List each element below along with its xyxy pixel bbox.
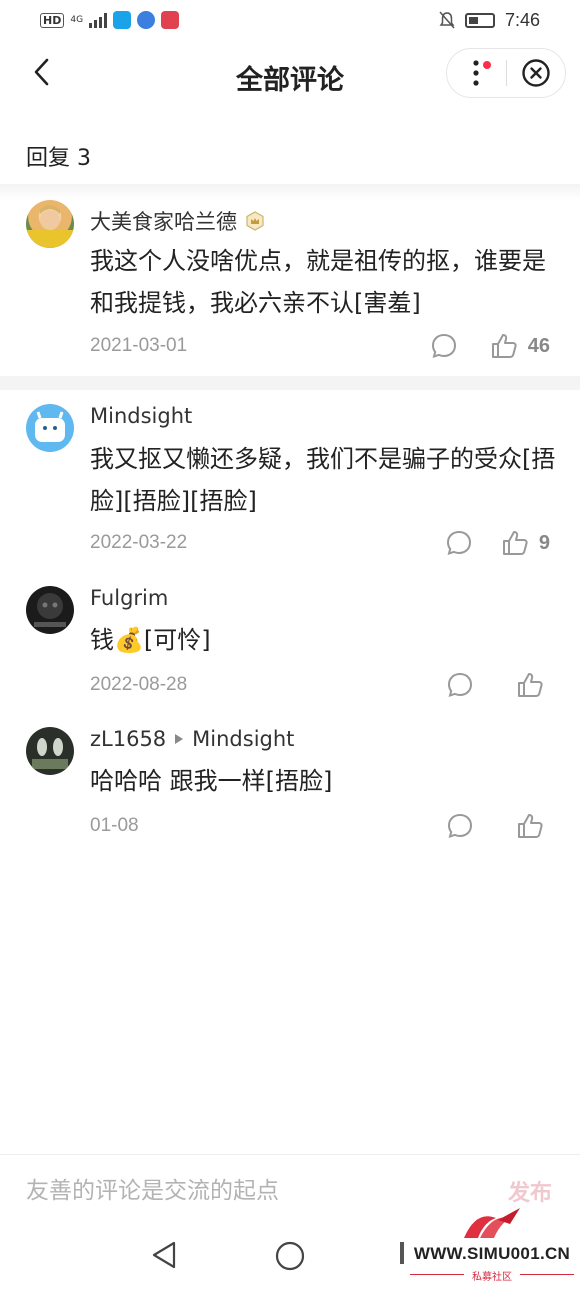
like-button[interactable] bbox=[484, 326, 524, 366]
avatar[interactable] bbox=[26, 727, 74, 775]
comment-bubble-icon bbox=[431, 333, 456, 359]
watermark: WWW.SIMU001.CN 私募社区 bbox=[404, 1204, 580, 1289]
thumbs-up-icon bbox=[502, 531, 528, 555]
nav-back-icon[interactable] bbox=[150, 1240, 178, 1270]
reply-to-name[interactable]: Mindsight bbox=[192, 727, 294, 751]
reply-button[interactable] bbox=[440, 806, 480, 846]
author-name: 大美食家哈兰德 bbox=[90, 210, 237, 234]
comment-author[interactable]: 大美食家哈兰德 bbox=[90, 206, 265, 236]
reply-button[interactable] bbox=[424, 326, 464, 366]
comment-actions bbox=[440, 806, 550, 846]
browser-app-icon bbox=[137, 11, 156, 29]
mini-program-capsule bbox=[446, 48, 566, 98]
comment-date: 2022-08-28 bbox=[90, 674, 188, 695]
crown-badge-icon bbox=[246, 211, 264, 231]
watermark-line-right bbox=[520, 1274, 574, 1275]
reply-button[interactable] bbox=[440, 665, 480, 705]
close-circle-icon bbox=[522, 59, 550, 87]
comment-actions: 46 bbox=[424, 326, 550, 366]
notification-dot bbox=[483, 61, 491, 69]
more-vertical-icon bbox=[473, 60, 479, 86]
comment-text: 钱💰[可怜] bbox=[90, 619, 560, 661]
header: 全部评论 bbox=[0, 44, 580, 108]
network-type: 4G bbox=[70, 14, 84, 25]
comment-input[interactable]: 友善的评论是交流的起点 bbox=[26, 1171, 279, 1205]
thumbs-up-icon bbox=[518, 673, 543, 697]
comment-author[interactable]: Mindsight bbox=[90, 404, 192, 428]
comment-item: 大美食家哈兰德 我这个人没啥优点，就是祖传的抠，谁要是和我提钱，我必六亲不认[害… bbox=[0, 200, 580, 376]
watermark-subtitle: 私募社区 bbox=[472, 1272, 512, 1283]
status-bar: HD 4G 7:46 bbox=[0, 0, 580, 40]
mute-bell-icon bbox=[439, 11, 455, 29]
comment-text-part: 钱 bbox=[90, 626, 114, 654]
thumbs-up-icon bbox=[518, 814, 543, 838]
money-bag-emoji: 💰 bbox=[114, 626, 144, 654]
search-app-icon bbox=[113, 11, 132, 29]
header-shadow bbox=[0, 184, 580, 200]
battery-icon bbox=[464, 12, 495, 28]
comment-author[interactable]: Fulgrim bbox=[90, 586, 168, 610]
thumbs-up-icon bbox=[491, 334, 517, 358]
comment-text-part: [可怜] bbox=[143, 626, 211, 654]
publish-button[interactable]: 发布 bbox=[508, 1175, 552, 1207]
watermark-logo bbox=[464, 1208, 520, 1238]
comment-item: Fulgrim 钱💰[可怜] 2022-08-28 bbox=[0, 586, 580, 712]
comment-text: 我这个人没啥优点，就是祖传的抠，谁要是和我提钱，我必六亲不认[害羞] bbox=[90, 247, 546, 317]
comment-item: Mindsight 我又抠又懒还多疑，我们不是骗子的受众[捂脸][捂脸][捂脸]… bbox=[0, 404, 580, 570]
hd-indicator: HD bbox=[40, 12, 65, 28]
comment-item: zL1658 Mindsight 哈哈哈 跟我一样[捂脸] 01-08 bbox=[0, 727, 580, 853]
like-button[interactable] bbox=[510, 665, 550, 705]
comment-date: 01-08 bbox=[90, 815, 139, 836]
clock: 7:46 bbox=[504, 9, 540, 30]
reply-button[interactable] bbox=[439, 523, 479, 563]
comment-text: 哈哈哈 跟我一样[捂脸] bbox=[90, 767, 333, 795]
like-button[interactable] bbox=[510, 806, 550, 846]
comment-bubble-icon bbox=[447, 672, 473, 698]
reply-count: 回复 3 bbox=[26, 146, 91, 171]
section-separator bbox=[0, 376, 580, 390]
comment-date: 2021-03-01 bbox=[90, 335, 188, 356]
like-button[interactable] bbox=[495, 523, 535, 563]
comment-actions bbox=[440, 665, 550, 705]
avatar[interactable] bbox=[26, 200, 74, 248]
more-button[interactable] bbox=[447, 49, 506, 97]
news-app-icon bbox=[161, 11, 180, 29]
close-button[interactable] bbox=[506, 49, 565, 97]
author-name: Mindsight bbox=[90, 404, 193, 428]
signal-icon bbox=[89, 12, 108, 28]
avatar[interactable] bbox=[26, 586, 74, 634]
comment-author[interactable]: zL1658 Mindsight bbox=[90, 727, 294, 751]
author-name: zL1658 bbox=[90, 727, 167, 751]
reply-to-arrow-icon bbox=[175, 734, 184, 744]
comment-text: 我又抠又懒还多疑，我们不是骗子的受众[捂脸][捂脸][捂脸] bbox=[90, 445, 556, 515]
author-name: Fulgrim bbox=[90, 586, 169, 610]
like-count: 9 bbox=[538, 531, 550, 554]
comment-bubble-icon bbox=[446, 530, 471, 556]
avatar[interactable] bbox=[26, 404, 74, 452]
comment-actions: 9 bbox=[439, 523, 550, 563]
nav-home-icon[interactable] bbox=[274, 1240, 306, 1272]
like-count: 46 bbox=[527, 334, 550, 357]
comment-date: 2022-03-22 bbox=[90, 532, 188, 553]
watermark-text: WWW.SIMU001.CN bbox=[413, 1244, 571, 1263]
comment-bubble-icon bbox=[447, 813, 473, 839]
